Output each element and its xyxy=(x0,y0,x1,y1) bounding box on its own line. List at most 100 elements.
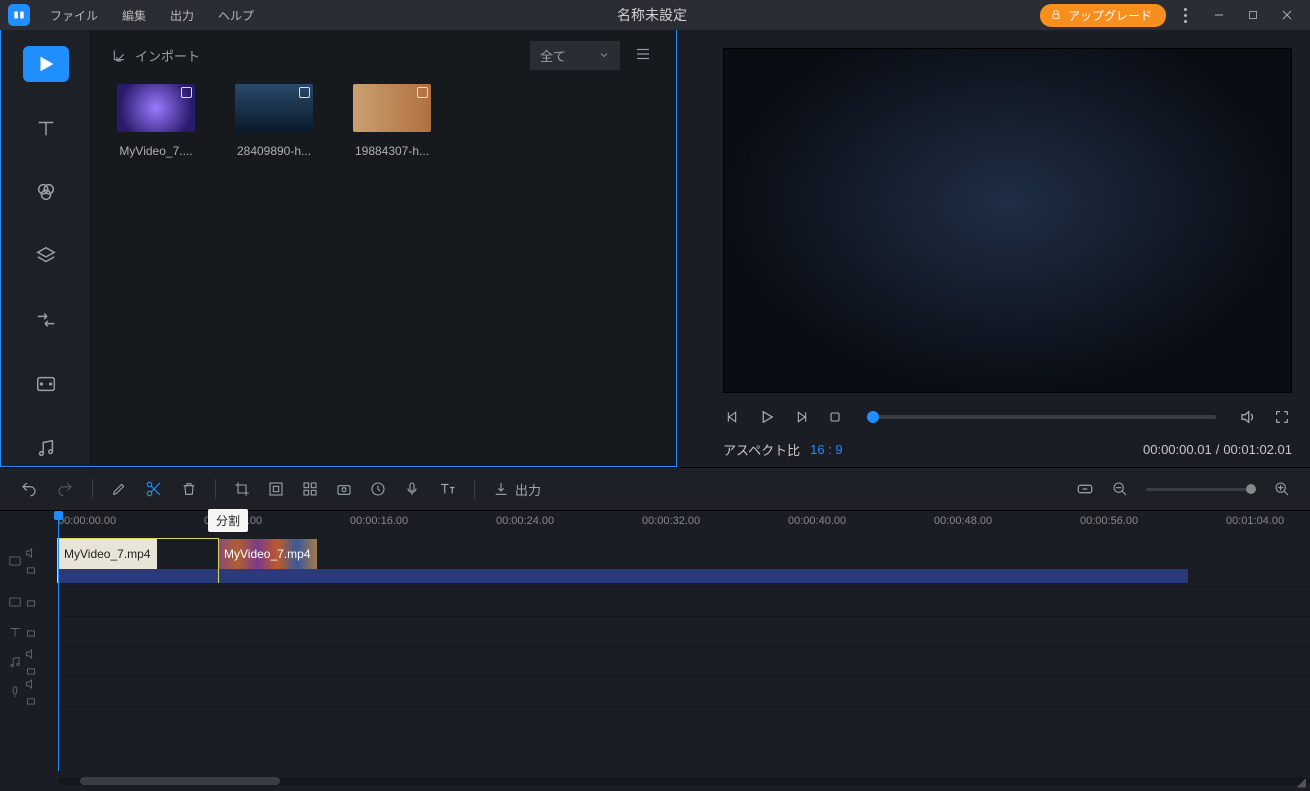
time-display: 00:00:00.01/00:01:02.01 xyxy=(1143,442,1292,457)
gutter-video-2[interactable] xyxy=(0,587,58,617)
aspect-ratio-value[interactable]: 16 : 9 xyxy=(810,442,843,457)
media-item-label: 19884307-h... xyxy=(347,144,437,158)
aspect-ratio-label: アスペクト比 xyxy=(723,440,800,459)
tab-text[interactable] xyxy=(23,110,69,146)
voiceover-button[interactable] xyxy=(404,481,420,497)
gutter-voice[interactable] xyxy=(0,677,58,707)
resize-grip[interactable]: ◢ xyxy=(1297,775,1306,789)
tab-transitions[interactable] xyxy=(23,302,69,338)
menu-help[interactable]: ヘルプ xyxy=(208,3,264,28)
split-button[interactable] xyxy=(145,480,163,498)
gutter-audio[interactable] xyxy=(0,647,58,677)
edit-button[interactable] xyxy=(111,481,127,497)
ruler-tick: 00:00:16.00 xyxy=(350,515,408,527)
clip-main[interactable]: MyVideo_7.mp4 xyxy=(218,539,1188,582)
media-item[interactable]: 19884307-h... xyxy=(347,84,437,158)
track-video-2[interactable] xyxy=(58,587,1310,617)
tracks-area: MyVideo_7.mp4 MyVideo_7.mp4 xyxy=(0,535,1310,773)
seekbar[interactable] xyxy=(867,415,1216,419)
ruler-tick: 00:00:32.00 xyxy=(642,515,700,527)
mosaic-button[interactable] xyxy=(268,481,284,497)
menu-output[interactable]: 出力 xyxy=(160,3,204,28)
delete-button[interactable] xyxy=(181,481,197,497)
redo-button[interactable] xyxy=(56,480,74,498)
text-tool-button[interactable] xyxy=(438,480,456,498)
crop-button[interactable] xyxy=(234,481,250,497)
zoom-in-button[interactable] xyxy=(1274,481,1290,497)
grid-button[interactable] xyxy=(302,481,318,497)
media-sidebar xyxy=(1,30,91,466)
preview-controls xyxy=(723,399,1292,435)
time-current: 00:00:00.01 xyxy=(1143,442,1212,457)
menu-file[interactable]: ファイル xyxy=(40,3,108,28)
tab-overlays[interactable] xyxy=(23,238,69,274)
filter-label: 全て xyxy=(540,46,566,65)
snapshot-button[interactable] xyxy=(336,481,352,497)
seek-handle[interactable] xyxy=(867,411,879,423)
prev-frame-button[interactable] xyxy=(723,409,743,425)
window-title: 名称未設定 xyxy=(268,5,1036,25)
zoom-handle[interactable] xyxy=(1246,484,1256,494)
media-toolbar: インポート 全て xyxy=(91,30,676,80)
tab-elements[interactable] xyxy=(23,366,69,402)
import-button[interactable]: インポート xyxy=(111,46,200,65)
ruler-tick: 00:00:48.00 xyxy=(934,515,992,527)
upgrade-button[interactable]: アップグレード xyxy=(1040,4,1166,27)
media-panel: インポート 全て MyVideo_7.... 28409890-h... xyxy=(0,30,677,467)
timeline: 分割 00:00:00.0000:00:08.0000:00:16.0000:0… xyxy=(0,511,1310,791)
gutter-video-1[interactable] xyxy=(0,535,58,587)
media-item-label: MyVideo_7.... xyxy=(111,144,201,158)
ruler-tick: 00:00:24.00 xyxy=(496,515,554,527)
track-voice[interactable] xyxy=(58,677,1310,707)
track-audio[interactable] xyxy=(58,647,1310,677)
media-filter-select[interactable]: 全て xyxy=(530,41,620,70)
speed-button[interactable] xyxy=(370,481,386,497)
tab-media[interactable] xyxy=(23,46,69,82)
import-label: インポート xyxy=(135,46,200,65)
time-total: 00:01:02.01 xyxy=(1223,442,1292,457)
track-gutter xyxy=(0,535,58,751)
ruler-tick: 00:01:04.00 xyxy=(1226,515,1284,527)
playhead[interactable] xyxy=(58,511,59,771)
ruler-tick: 00:00:00.00 xyxy=(58,515,116,527)
media-grid: MyVideo_7.... 28409890-h... 19884307-h..… xyxy=(91,80,676,466)
preview-meta: アスペクト比 16 : 9 00:00:00.01/00:01:02.01 xyxy=(723,435,1292,463)
tab-audio[interactable] xyxy=(23,430,69,466)
more-button[interactable] xyxy=(1170,0,1200,30)
maximize-button[interactable] xyxy=(1238,0,1268,30)
split-tooltip: 分割 xyxy=(208,509,248,532)
timeline-toolbar: 出力 xyxy=(0,467,1310,511)
tab-filters[interactable] xyxy=(23,174,69,210)
track-video-1[interactable]: MyVideo_7.mp4 MyVideo_7.mp4 xyxy=(58,535,1310,587)
ruler-tick: 00:00:56.00 xyxy=(1080,515,1138,527)
track-text[interactable] xyxy=(58,617,1310,647)
timeline-ruler[interactable]: 分割 00:00:00.0000:00:08.0000:00:16.0000:0… xyxy=(0,511,1310,535)
zoom-slider[interactable] xyxy=(1146,488,1256,491)
scrollbar-thumb[interactable] xyxy=(80,777,280,785)
gutter-text[interactable] xyxy=(0,617,58,647)
export-label: 出力 xyxy=(515,480,541,499)
play-button[interactable] xyxy=(757,408,777,426)
fullscreen-button[interactable] xyxy=(1272,409,1292,425)
fit-button[interactable] xyxy=(1076,480,1094,498)
list-view-toggle[interactable] xyxy=(630,41,656,70)
media-item-label: 28409890-h... xyxy=(229,144,319,158)
volume-button[interactable] xyxy=(1238,408,1258,426)
upgrade-label: アップグレード xyxy=(1068,7,1152,24)
zoom-out-button[interactable] xyxy=(1112,481,1128,497)
menu-edit[interactable]: 編集 xyxy=(112,3,156,28)
stop-button[interactable] xyxy=(825,409,845,425)
export-button[interactable]: 出力 xyxy=(493,480,541,499)
close-button[interactable] xyxy=(1272,0,1302,30)
timeline-scrollbar[interactable] xyxy=(58,777,1310,791)
undo-button[interactable] xyxy=(20,480,38,498)
media-item[interactable]: MyVideo_7.... xyxy=(111,84,201,158)
media-item[interactable]: 28409890-h... xyxy=(229,84,319,158)
app-logo xyxy=(8,4,30,26)
preview-viewport[interactable] xyxy=(723,48,1292,393)
minimize-button[interactable] xyxy=(1204,0,1234,30)
preview-panel: アスペクト比 16 : 9 00:00:00.01/00:01:02.01 xyxy=(677,30,1310,467)
next-frame-button[interactable] xyxy=(791,409,811,425)
chevron-down-icon xyxy=(598,49,610,61)
clip-selected[interactable]: MyVideo_7.mp4 xyxy=(58,539,218,582)
